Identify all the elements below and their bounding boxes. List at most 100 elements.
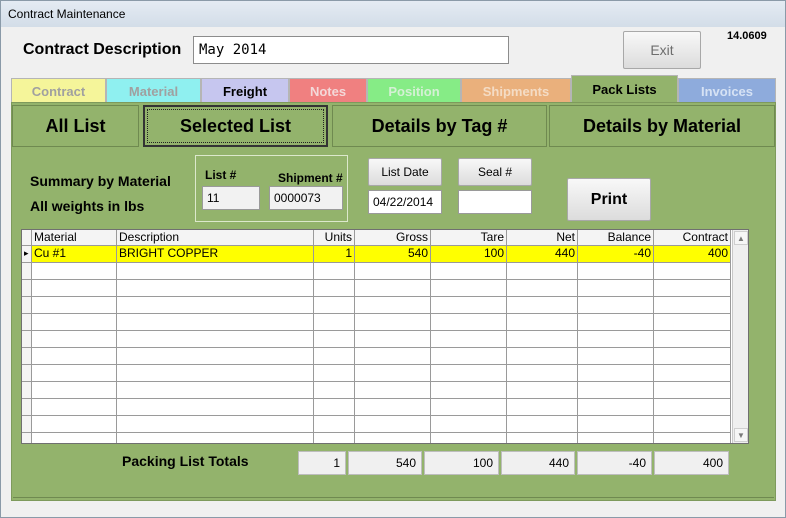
exit-button[interactable]: Exit [623, 31, 701, 69]
seal-number-button[interactable]: Seal # [458, 158, 532, 186]
empty-cell[interactable] [355, 382, 431, 399]
empty-cell[interactable] [314, 331, 355, 348]
shipment-number-field[interactable]: 0000073 [269, 186, 343, 210]
empty-cell[interactable] [314, 399, 355, 416]
empty-cell[interactable] [355, 280, 431, 297]
scroll-up-icon[interactable]: ▲ [734, 231, 748, 245]
list-date-field[interactable]: 04/22/2014 [368, 190, 442, 214]
empty-cell[interactable] [355, 365, 431, 382]
table-cell[interactable]: 400 [654, 246, 731, 263]
empty-cell[interactable] [117, 314, 314, 331]
empty-cell[interactable] [578, 263, 654, 280]
empty-cell[interactable] [117, 416, 314, 433]
grid-header-units[interactable]: Units [314, 230, 355, 246]
empty-cell[interactable] [32, 433, 117, 443]
table-cell[interactable]: 1 [314, 246, 355, 263]
tab-position[interactable]: Position [367, 78, 461, 103]
row-selector[interactable] [22, 297, 32, 314]
empty-cell[interactable] [654, 399, 731, 416]
empty-cell[interactable] [314, 263, 355, 280]
empty-cell[interactable] [654, 348, 731, 365]
pack-list-grid[interactable]: Material Description Units Gross Tare Net Bala… [21, 229, 749, 444]
empty-cell[interactable] [578, 416, 654, 433]
row-selector[interactable] [22, 399, 32, 416]
empty-cell[interactable] [578, 348, 654, 365]
subtab-all-list[interactable]: All List [12, 105, 139, 147]
empty-cell[interactable] [654, 263, 731, 280]
table-cell[interactable]: Cu #1 [32, 246, 117, 263]
empty-cell[interactable] [32, 416, 117, 433]
seal-number-field[interactable] [458, 190, 532, 214]
empty-cell[interactable] [507, 365, 578, 382]
empty-cell[interactable] [654, 314, 731, 331]
empty-cell[interactable] [32, 365, 117, 382]
empty-cell[interactable] [578, 297, 654, 314]
empty-cell[interactable] [117, 365, 314, 382]
subtab-details-by-material[interactable]: Details by Material [549, 105, 775, 147]
tab-invoices[interactable]: Invoices [678, 78, 776, 103]
empty-cell[interactable] [507, 348, 578, 365]
empty-cell[interactable] [431, 348, 507, 365]
empty-cell[interactable] [654, 297, 731, 314]
grid-header-material[interactable]: Material [32, 230, 117, 246]
empty-cell[interactable] [431, 433, 507, 443]
empty-cell[interactable] [314, 382, 355, 399]
empty-cell[interactable] [507, 297, 578, 314]
row-pointer-icon[interactable]: ▸ [22, 246, 32, 263]
subtab-details-by-tag[interactable]: Details by Tag # [332, 105, 547, 147]
empty-cell[interactable] [654, 331, 731, 348]
grid-header-contract[interactable]: Contract [654, 230, 731, 246]
print-button[interactable]: Print [567, 178, 651, 221]
tab-pack-lists[interactable]: Pack Lists [571, 75, 678, 103]
subtab-selected-list[interactable]: Selected List [143, 105, 328, 147]
empty-cell[interactable] [507, 433, 578, 443]
table-cell[interactable]: BRIGHT COPPER [117, 246, 314, 263]
empty-cell[interactable] [507, 382, 578, 399]
empty-cell[interactable] [578, 433, 654, 443]
empty-cell[interactable] [578, 399, 654, 416]
empty-cell[interactable] [355, 331, 431, 348]
empty-cell[interactable] [32, 331, 117, 348]
grid-header-tare[interactable]: Tare [431, 230, 507, 246]
tab-material[interactable]: Material [106, 78, 201, 103]
table-cell[interactable]: 100 [431, 246, 507, 263]
row-selector[interactable] [22, 348, 32, 365]
empty-cell[interactable] [431, 331, 507, 348]
empty-cell[interactable] [117, 382, 314, 399]
empty-cell[interactable] [32, 263, 117, 280]
row-selector[interactable] [22, 331, 32, 348]
empty-cell[interactable] [654, 433, 731, 443]
empty-cell[interactable] [355, 399, 431, 416]
empty-cell[interactable] [117, 263, 314, 280]
empty-cell[interactable] [117, 433, 314, 443]
empty-cell[interactable] [314, 297, 355, 314]
empty-cell[interactable] [578, 314, 654, 331]
tab-freight[interactable]: Freight [201, 78, 289, 103]
empty-cell[interactable] [431, 314, 507, 331]
empty-cell[interactable] [314, 314, 355, 331]
grid-scrollbar[interactable]: ▲ ▼ [732, 230, 748, 443]
empty-cell[interactable] [314, 365, 355, 382]
grid-header-gross[interactable]: Gross [355, 230, 431, 246]
empty-cell[interactable] [431, 263, 507, 280]
empty-cell[interactable] [32, 314, 117, 331]
empty-cell[interactable] [431, 297, 507, 314]
empty-cell[interactable] [654, 280, 731, 297]
empty-cell[interactable] [117, 348, 314, 365]
row-selector[interactable] [22, 314, 32, 331]
empty-cell[interactable] [355, 297, 431, 314]
empty-cell[interactable] [117, 297, 314, 314]
empty-cell[interactable] [507, 416, 578, 433]
empty-cell[interactable] [32, 348, 117, 365]
row-selector[interactable] [22, 433, 32, 443]
row-selector[interactable] [22, 280, 32, 297]
empty-cell[interactable] [355, 416, 431, 433]
empty-cell[interactable] [32, 399, 117, 416]
empty-cell[interactable] [507, 314, 578, 331]
empty-cell[interactable] [431, 382, 507, 399]
empty-cell[interactable] [314, 280, 355, 297]
empty-cell[interactable] [507, 263, 578, 280]
table-cell[interactable]: 540 [355, 246, 431, 263]
empty-cell[interactable] [654, 416, 731, 433]
empty-cell[interactable] [117, 399, 314, 416]
